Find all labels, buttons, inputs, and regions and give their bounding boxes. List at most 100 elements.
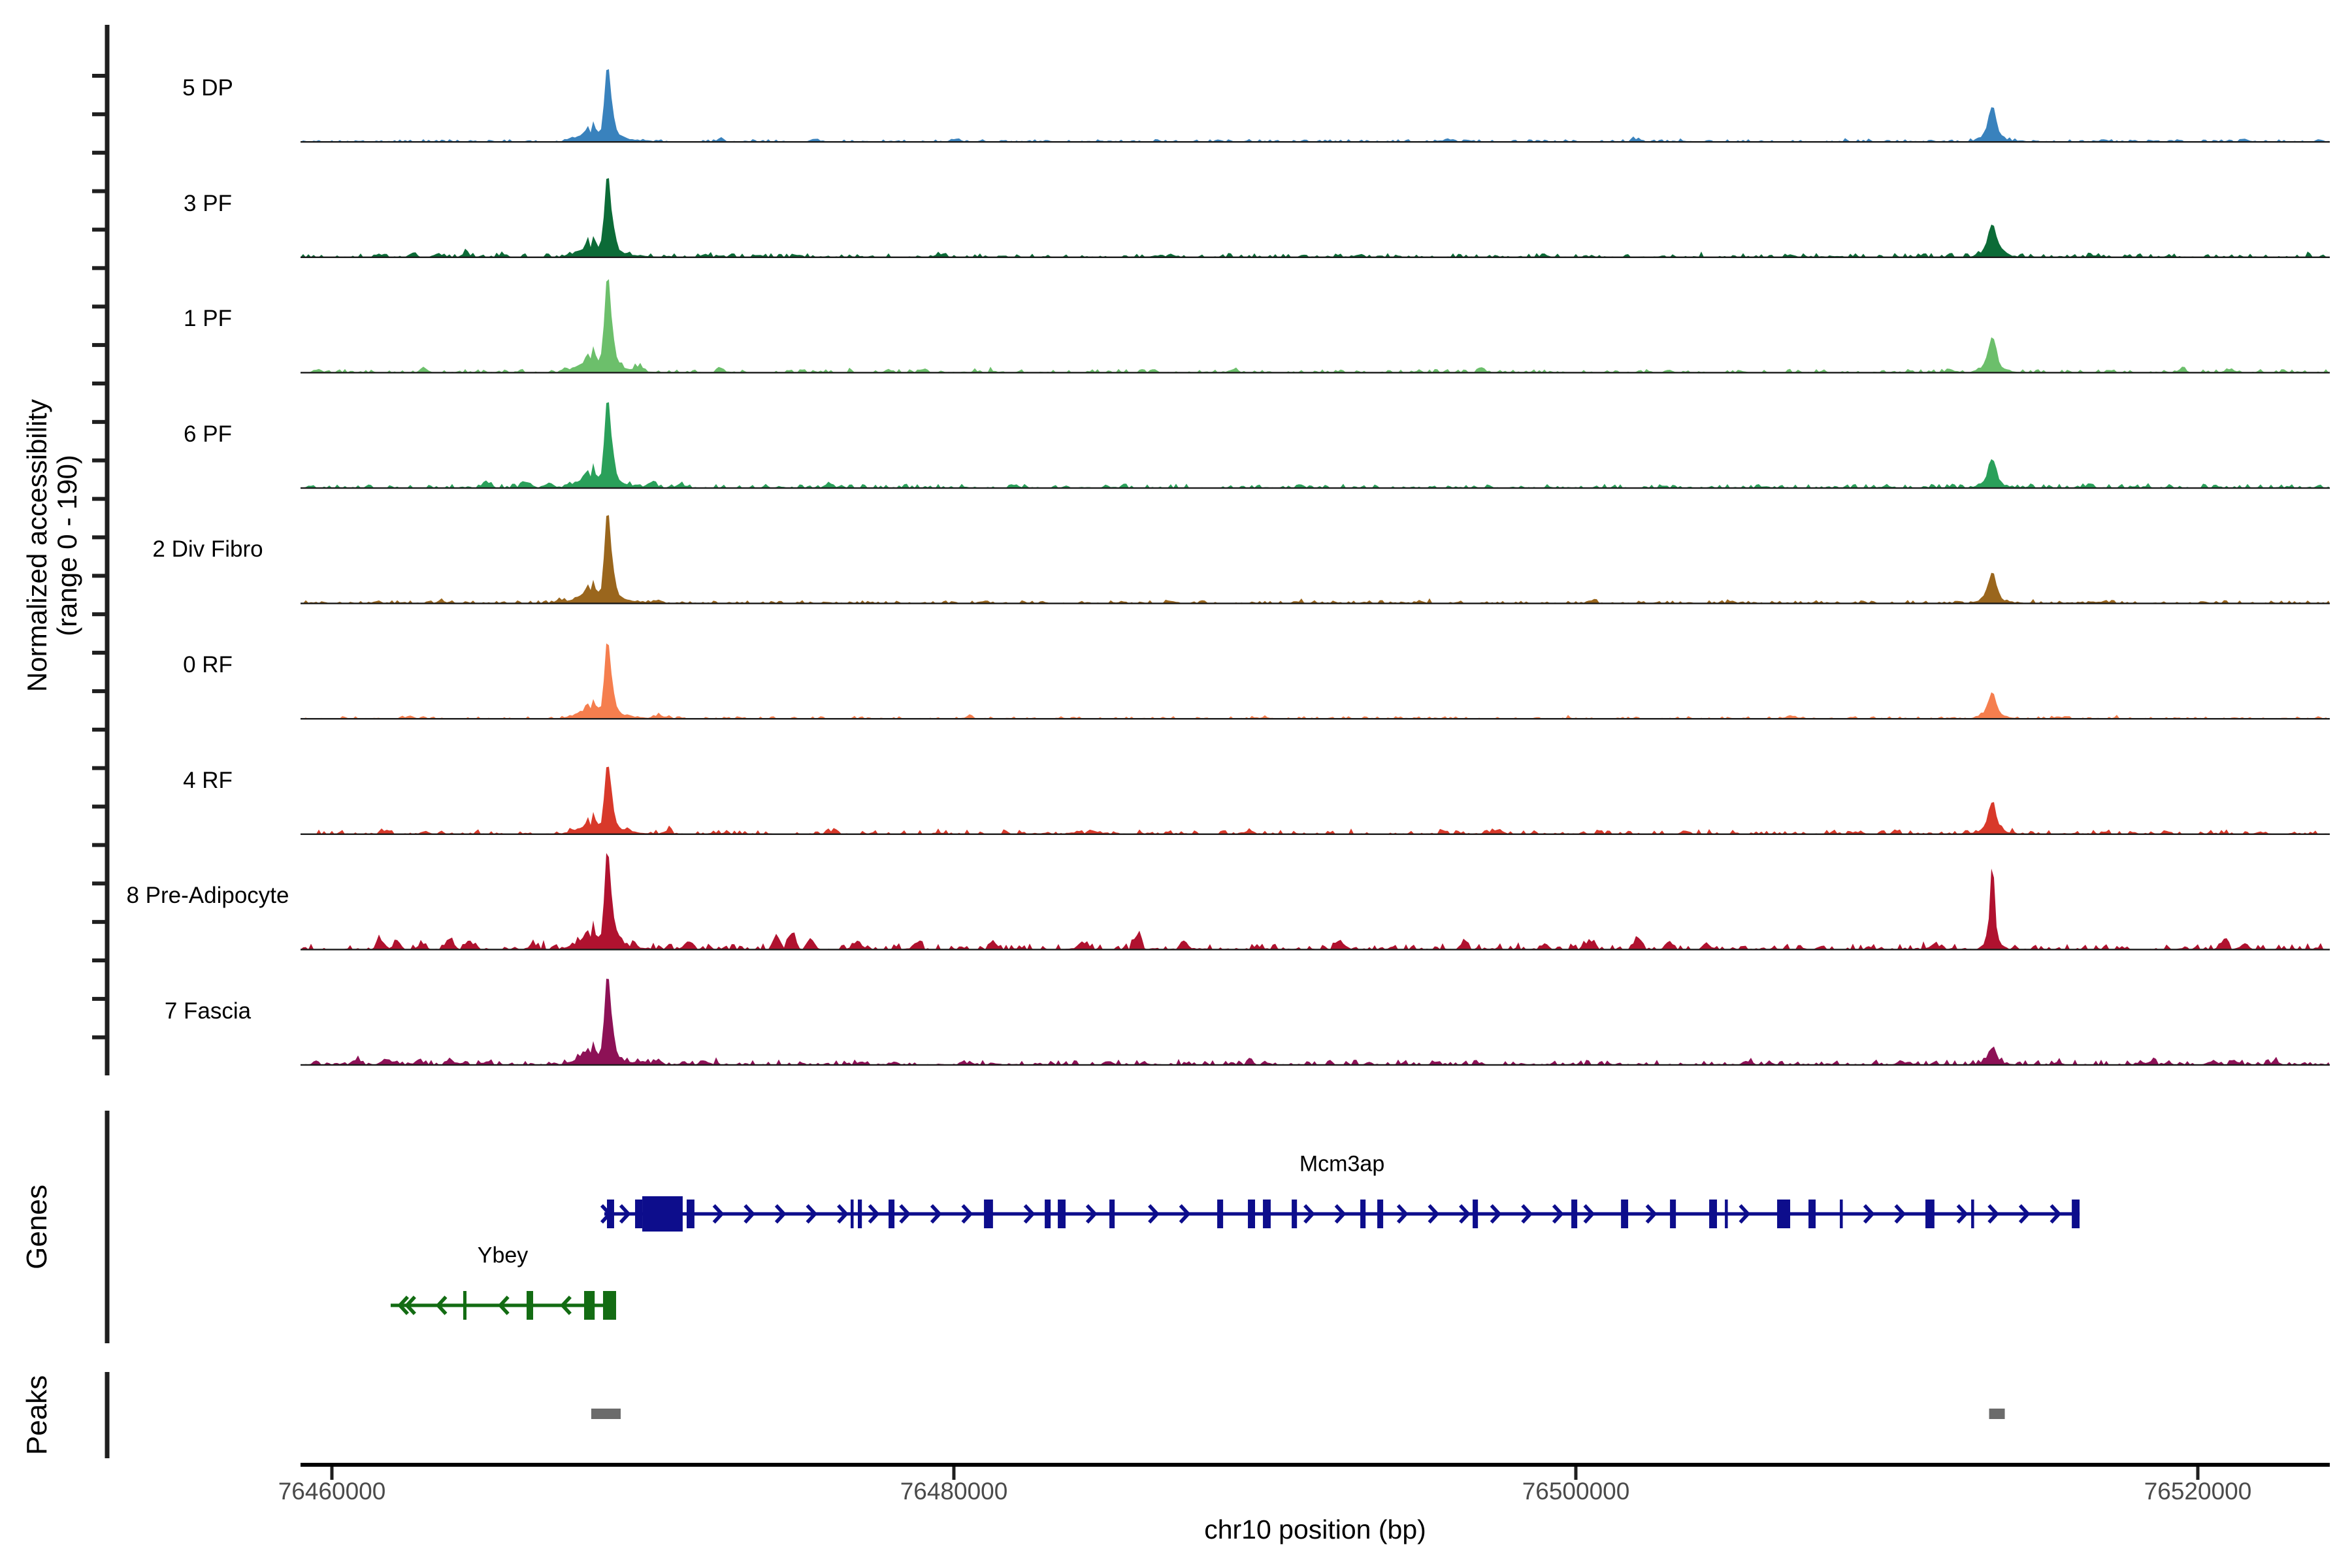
track-baseline — [301, 257, 2330, 258]
coverage-track-6-pf — [301, 402, 2330, 488]
gene-label-ybey: Ybey — [478, 1243, 529, 1269]
track-label-8-pre-adipocyte: 8 Pre-Adipocyte — [126, 883, 289, 909]
exon-mcm3ap — [1292, 1200, 1297, 1228]
x-tick-label-76480000: 76480000 — [900, 1478, 1008, 1505]
called-peak-box — [591, 1409, 621, 1419]
track-label-4-rf: 4 RF — [183, 768, 233, 794]
y-axis-tick — [92, 343, 107, 347]
exon-mcm3ap — [1263, 1200, 1271, 1228]
exon-mcm3ap — [1925, 1200, 1935, 1228]
y-axis-tick — [92, 766, 107, 770]
y-axis-tick — [92, 112, 107, 116]
exon-mcm3ap — [2072, 1200, 2080, 1228]
track-baseline — [301, 487, 2330, 489]
x-axis-title: chr10 position (bp) — [1204, 1514, 1426, 1545]
exon-mcm3ap — [1670, 1200, 1676, 1228]
exon-mcm3ap — [1709, 1200, 1717, 1228]
y-axis-tick — [92, 74, 107, 78]
track-label-0-rf: 0 RF — [183, 652, 233, 678]
y-axis-tick — [92, 420, 107, 424]
exon-mcm3ap — [1777, 1200, 1790, 1228]
y-axis-tick — [92, 497, 107, 501]
x-axis-line — [301, 1463, 2330, 1467]
exon-mcm3ap — [851, 1200, 854, 1228]
y-axis-tick — [92, 574, 107, 578]
exon-mcm3ap — [1109, 1200, 1115, 1228]
exon-mcm3ap — [1217, 1200, 1223, 1228]
gene-label-mcm3ap: Mcm3ap — [1299, 1152, 1384, 1177]
coverage-plot-figure: Normalized accessibility (range 0 - 190)… — [0, 0, 2352, 1568]
exon-mcm3ap — [1725, 1200, 1728, 1228]
y-axis-label-line2: (range 0 - 190) — [52, 455, 83, 636]
y-axis-tick — [92, 997, 107, 1001]
y-axis-tick — [92, 382, 107, 385]
exon-ybey — [584, 1291, 595, 1320]
y-axis-tick — [92, 689, 107, 693]
track-label-3-pf: 3 PF — [184, 191, 232, 217]
coverage-track-5-dp — [301, 69, 2330, 142]
y-axis-tick — [92, 843, 107, 847]
exon-mcm3ap — [1360, 1200, 1365, 1228]
y-axis-tick — [92, 459, 107, 463]
y-axis-tick — [92, 651, 107, 655]
coverage-track-4-rf — [301, 767, 2330, 834]
exon-mcm3ap — [1840, 1200, 1843, 1228]
y-axis-label-line1: Normalized accessibility — [22, 399, 53, 692]
y-axis-tick — [92, 1036, 107, 1039]
y-axis-tick — [92, 805, 107, 809]
y-axis-tick — [92, 535, 107, 539]
genome-tracks-canvas — [0, 0, 2352, 1568]
track-baseline — [301, 141, 2330, 142]
peaks-section-label: Peaks — [21, 1375, 54, 1455]
exon-ybey — [603, 1291, 616, 1320]
coverage-track-7-fascia — [301, 979, 2330, 1065]
track-label-2-div-fibro: 2 Div Fibro — [152, 536, 263, 563]
axis-bracket — [105, 25, 110, 1075]
exon-mcm3ap — [635, 1200, 642, 1228]
x-tick-label-76460000: 76460000 — [278, 1478, 386, 1505]
coverage-track-1-pf — [301, 279, 2330, 372]
y-axis-tick — [92, 881, 107, 885]
called-peak-box — [1989, 1409, 2005, 1419]
coverage-track-2-div-fibro — [301, 515, 2330, 603]
exon-mcm3ap — [984, 1200, 993, 1228]
axis-bracket — [105, 1372, 110, 1458]
y-axis-tick — [92, 151, 107, 155]
genes-section-label: Genes — [21, 1184, 54, 1269]
y-axis-tick — [92, 227, 107, 231]
coverage-track-3-pf — [301, 178, 2330, 257]
x-tick-label-76500000: 76500000 — [1522, 1478, 1630, 1505]
y-axis-tick — [92, 304, 107, 308]
exon-mcm3ap — [1571, 1200, 1577, 1228]
y-axis-tick — [92, 612, 107, 616]
track-baseline — [301, 834, 2330, 835]
y-axis-tick — [92, 958, 107, 962]
track-baseline — [301, 949, 2330, 950]
track-label-5-dp: 5 DP — [182, 75, 233, 101]
exon-mcm3ap — [1621, 1200, 1628, 1228]
exon-mcm3ap — [687, 1200, 694, 1228]
exon-mcm3ap — [1248, 1200, 1255, 1228]
y-axis-tick — [92, 189, 107, 193]
exon-mcm3ap — [1473, 1200, 1478, 1228]
exon-ybey — [527, 1291, 533, 1320]
coverage-track-0-rf — [301, 644, 2330, 719]
y-axis-tick — [92, 266, 107, 270]
exon-mcm3ap — [642, 1196, 683, 1232]
exon-mcm3ap — [1377, 1200, 1383, 1228]
exon-mcm3ap — [1058, 1200, 1066, 1228]
axis-bracket — [105, 1111, 110, 1343]
exon-mcm3ap — [1045, 1200, 1051, 1228]
track-baseline — [301, 372, 2330, 373]
x-tick-label-76520000: 76520000 — [2144, 1478, 2252, 1505]
track-baseline — [301, 718, 2330, 719]
track-label-6-pf: 6 PF — [184, 421, 232, 448]
y-axis-tick — [92, 728, 107, 732]
track-baseline — [301, 602, 2330, 604]
y-axis-tick — [92, 920, 107, 924]
exon-mcm3ap — [889, 1200, 894, 1228]
track-label-1-pf: 1 PF — [184, 306, 232, 332]
track-baseline — [301, 1064, 2330, 1066]
exon-mcm3ap — [1971, 1200, 1974, 1228]
coverage-track-8-pre-adipocyte — [301, 853, 2330, 950]
